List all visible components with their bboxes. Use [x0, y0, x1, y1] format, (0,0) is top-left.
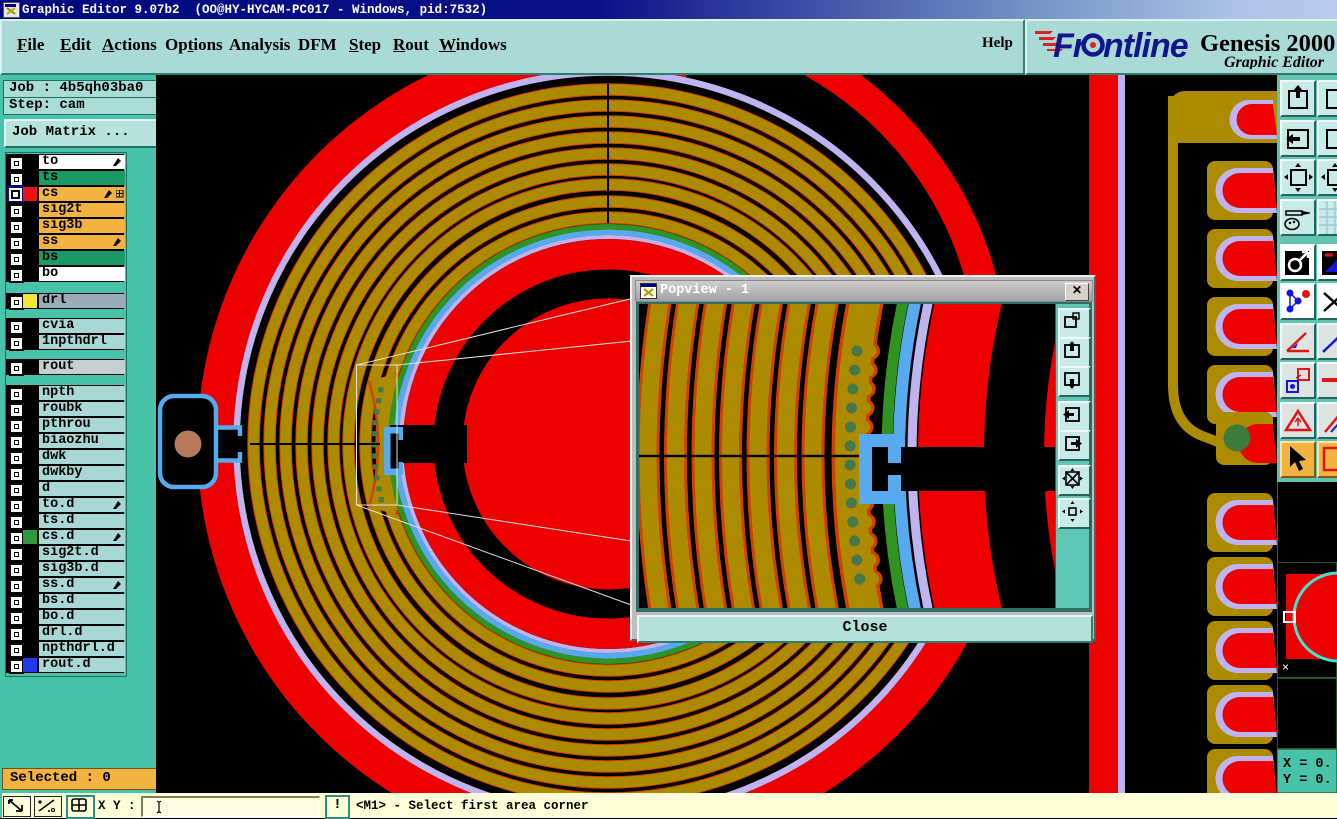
svg-text:Genesis 2000: Genesis 2000	[1200, 30, 1335, 57]
svg-text:×: ×	[1282, 660, 1289, 674]
svg-text:X = 0.: X = 0.	[1283, 757, 1332, 772]
svg-text:ntline: ntline	[1103, 27, 1188, 65]
svg-text:Y = 0.: Y = 0.	[1283, 773, 1332, 788]
svg-text:Graphic Editor: Graphic Editor	[1224, 54, 1325, 69]
